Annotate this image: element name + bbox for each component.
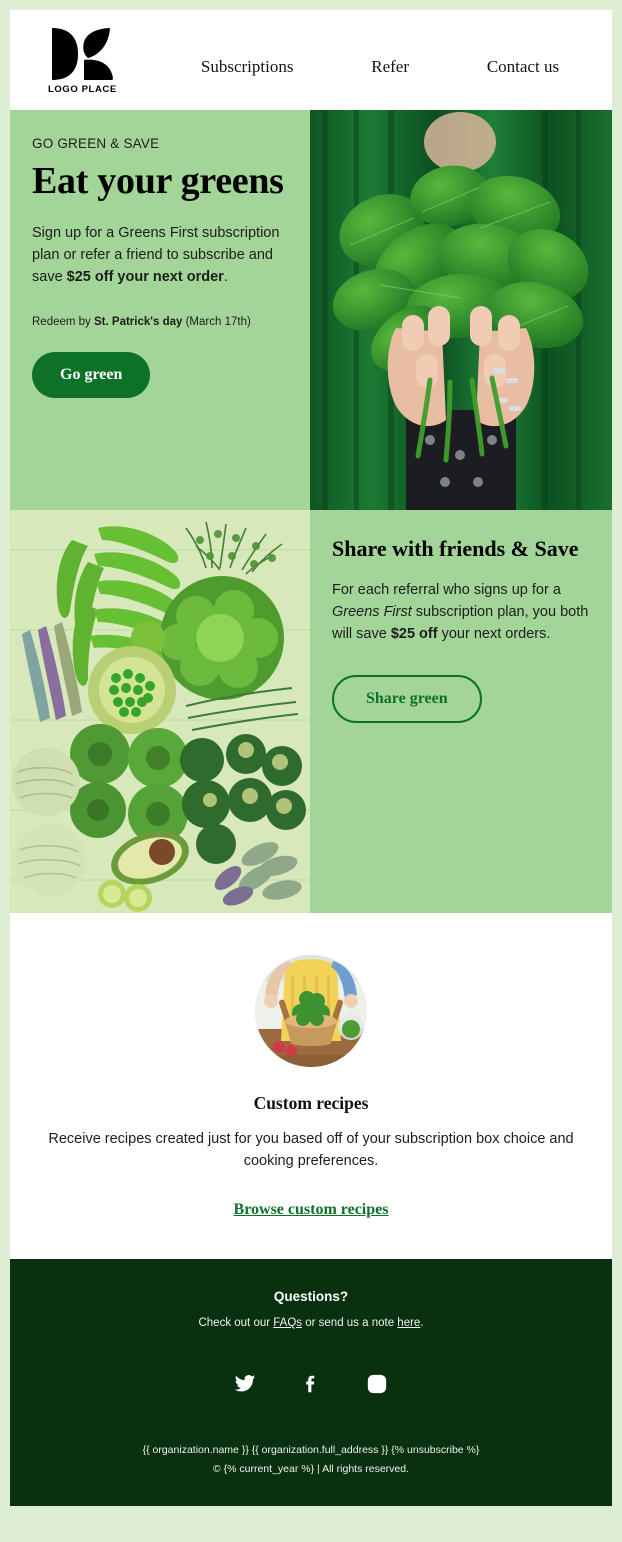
redeem-suffix: (March 17th): [182, 315, 251, 328]
nav-item-refer[interactable]: Refer: [371, 57, 409, 77]
facebook-icon[interactable]: [300, 1373, 322, 1395]
here-link[interactable]: here: [397, 1317, 420, 1329]
footer-legal: {{ organization.name }} {{ organization.…: [40, 1441, 582, 1480]
footer-questions-heading: Questions?: [273, 1288, 349, 1304]
share-body: For each referral who signs up for a Gre…: [332, 579, 590, 645]
social-links: [40, 1373, 582, 1395]
hero-body-part2: .: [223, 268, 228, 285]
vegetables-illustration: [10, 510, 310, 913]
email-page: LOGO PLACE Subscriptions Refer Contact u…: [0, 0, 622, 1542]
share-image-vegetables: [10, 510, 310, 913]
footer-help-part1: Check out our: [198, 1316, 274, 1329]
go-green-button[interactable]: Go green: [32, 352, 151, 399]
hero-copy: GO GREEN & SAVE Eat your greens Sign up …: [10, 110, 310, 510]
share-section: Share with friends & Save For each refer…: [10, 510, 612, 913]
footer-help-part3: .: [420, 1316, 424, 1329]
faqs-link[interactable]: FAQs: [273, 1317, 302, 1329]
share-body-part3: your next orders.: [437, 625, 551, 642]
share-title: Share with friends & Save: [332, 536, 579, 561]
instagram-icon[interactable]: [366, 1373, 388, 1395]
redeem-date: St. Patrick's day: [94, 315, 183, 328]
nav-item-subscriptions[interactable]: Subscriptions: [201, 57, 294, 77]
redeem-prefix: Redeem by: [32, 315, 95, 328]
hero-body-bold: $25 off your next order: [66, 268, 224, 285]
share-copy: Share with friends & Save For each refer…: [310, 510, 612, 913]
recipes-image-salad: [255, 955, 367, 1067]
hero-body: Sign up for a Greens First subscription …: [32, 222, 284, 288]
email-footer: Questions? Check out our FAQs or send us…: [10, 1258, 612, 1506]
hero-title: Eat your greens: [32, 160, 284, 202]
recipes-body: Receive recipes created just for you bas…: [48, 1131, 574, 1170]
hero-redeem-note: Redeem by St. Patrick's day (March 17th): [32, 314, 284, 330]
spinach-illustration: [310, 110, 612, 510]
footer-help-part2: or send us a note: [302, 1316, 398, 1329]
share-body-italic: Greens First: [332, 603, 412, 620]
hero-eyebrow: GO GREEN & SAVE: [32, 136, 160, 151]
main-nav: Subscriptions Refer Contact us: [152, 43, 598, 77]
email-header: LOGO PLACE Subscriptions Refer Contact u…: [10, 10, 612, 110]
leaf-logo-icon: [52, 27, 113, 80]
share-body-part1: For each referral who signs up for a: [332, 581, 561, 598]
logo[interactable]: LOGO PLACE: [48, 26, 152, 95]
browse-custom-recipes-link[interactable]: Browse custom recipes: [234, 1201, 389, 1218]
footer-legal-line-2: © {% current_year %} | All rights reserv…: [212, 1463, 410, 1476]
hero-section: GO GREEN & SAVE Eat your greens Sign up …: [10, 110, 612, 510]
share-green-button[interactable]: Share green: [332, 674, 482, 723]
share-body-bold: $25 off: [390, 625, 438, 642]
footer-legal-line-1: {{ organization.name }} {{ organization.…: [142, 1443, 480, 1456]
hero-image-spinach: [310, 110, 612, 510]
recipes-section: Custom recipes Receive recipes created j…: [10, 913, 612, 1259]
logo-text: LOGO PLACE: [48, 83, 117, 95]
salad-bowl-illustration: [255, 955, 367, 1067]
nav-item-contact-us[interactable]: Contact us: [487, 57, 559, 77]
email-body: LOGO PLACE Subscriptions Refer Contact u…: [10, 10, 612, 1506]
footer-help-line: Check out our FAQs or send us a note her…: [40, 1317, 582, 1329]
recipes-title: Custom recipes: [253, 1093, 369, 1113]
twitter-icon[interactable]: [234, 1373, 256, 1395]
